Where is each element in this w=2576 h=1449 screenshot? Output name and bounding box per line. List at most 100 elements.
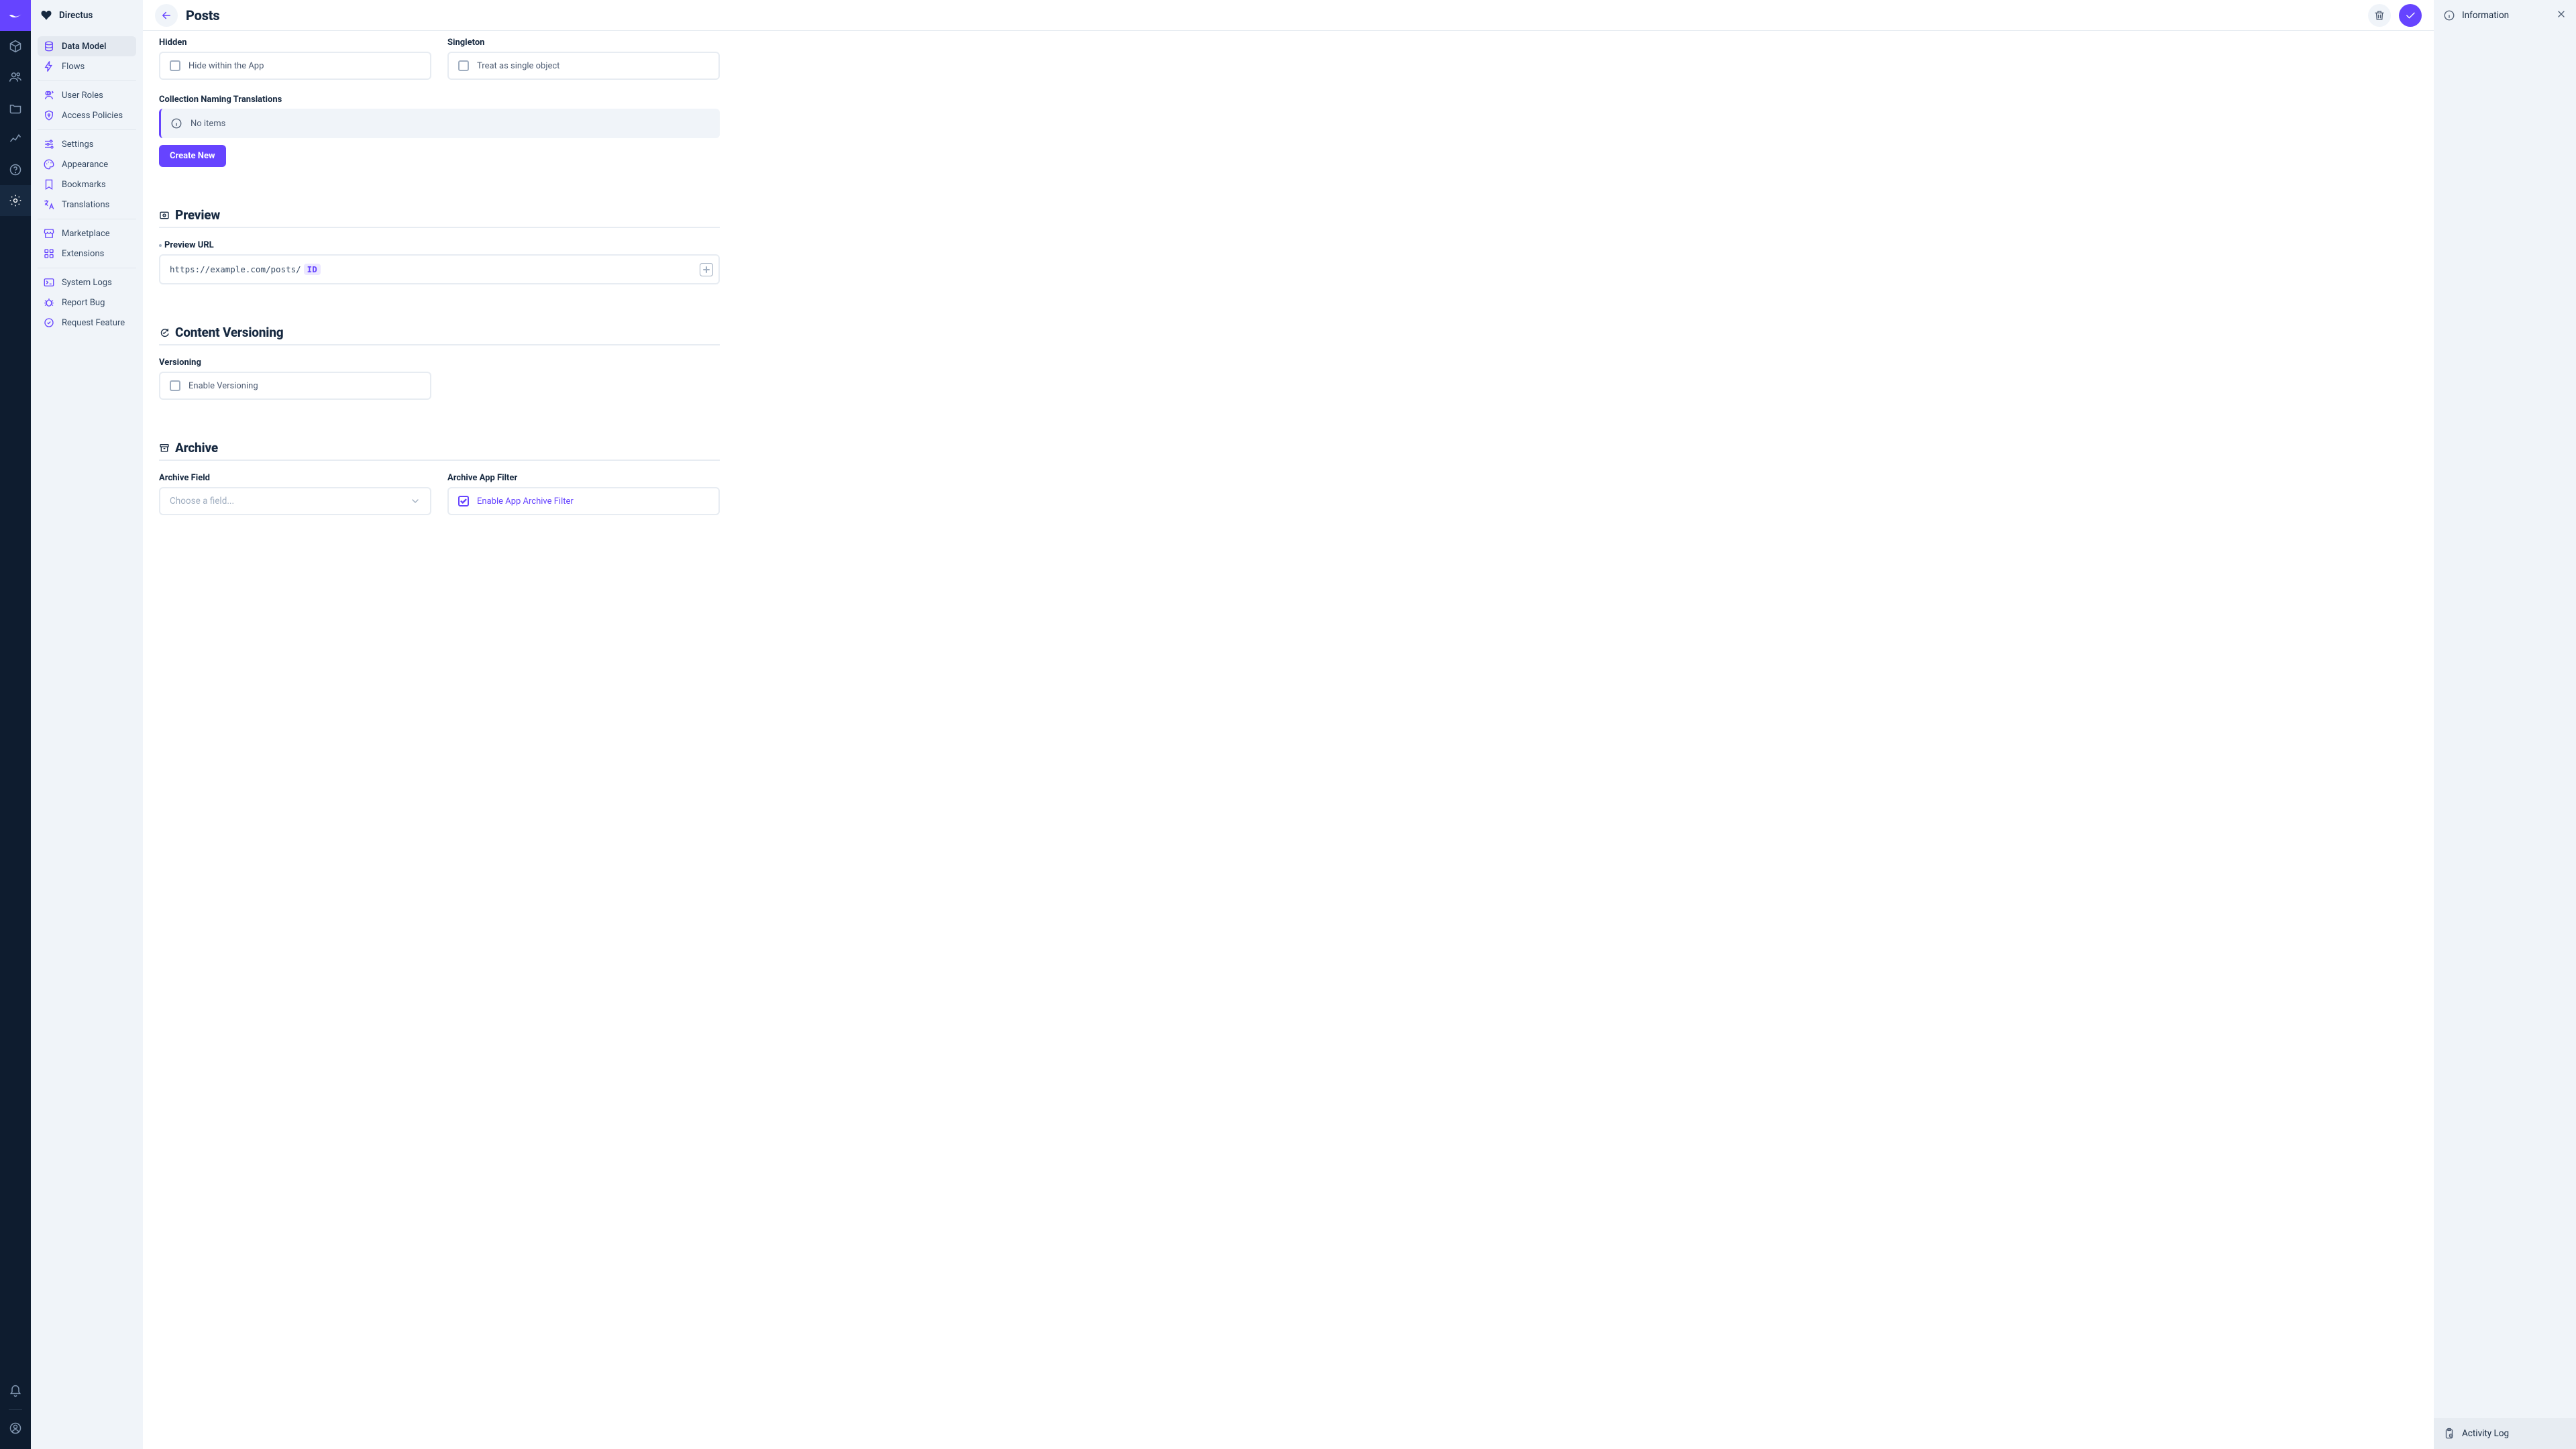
nav-label: Marketplace	[62, 229, 110, 239]
arrow-left-icon	[160, 9, 172, 21]
singleton-checkbox[interactable]: Treat as single object	[449, 53, 718, 78]
archive-icon	[159, 443, 170, 453]
puzzle-icon	[43, 248, 55, 260]
raw-dot-icon	[159, 244, 162, 247]
nav-marketplace[interactable]: Marketplace	[38, 223, 136, 244]
delete-button[interactable]	[2368, 4, 2391, 27]
nav-user-roles[interactable]: User Roles	[38, 85, 136, 105]
check-icon	[2404, 9, 2416, 21]
hidden-checkbox[interactable]: Hide within the App	[160, 53, 430, 78]
preview-icon	[159, 210, 170, 221]
nav-label: User Roles	[62, 91, 103, 101]
rail-help[interactable]	[0, 154, 31, 185]
rail-settings[interactable]	[0, 185, 31, 216]
nav-label: Data Model	[62, 42, 106, 52]
rail-content[interactable]	[0, 31, 31, 62]
brand-logo[interactable]	[0, 0, 31, 31]
save-button[interactable]	[2399, 4, 2422, 27]
close-button[interactable]	[2556, 9, 2567, 22]
page-title: Posts	[186, 7, 219, 23]
back-button[interactable]	[155, 4, 178, 27]
archive-filter-label: Archive App Filter	[447, 473, 720, 483]
bolt-icon	[43, 60, 55, 72]
rail-account[interactable]	[0, 1413, 31, 1444]
sliders-icon	[43, 138, 55, 150]
versioning-checkbox[interactable]: Enable Versioning	[160, 373, 430, 398]
info-header: Information	[2434, 0, 2576, 31]
checkbox-label: Treat as single object	[477, 61, 559, 71]
rail-insights[interactable]	[0, 123, 31, 154]
shield-icon	[43, 109, 55, 121]
rail-users[interactable]	[0, 62, 31, 93]
chevron-down-icon	[410, 496, 421, 506]
singleton-label: Singleton	[447, 38, 720, 48]
preview-url-input[interactable]: https://example.com/posts/ ID	[159, 254, 720, 284]
nav-label: System Logs	[62, 278, 112, 288]
translate-icon	[43, 199, 55, 211]
nav-extensions[interactable]: Extensions	[38, 244, 136, 264]
checkbox-label: Hide within the App	[189, 61, 264, 71]
nav-divider	[38, 129, 136, 130]
sparkle-icon	[43, 317, 55, 329]
checkbox-icon	[458, 496, 469, 506]
checkbox-icon	[170, 60, 180, 71]
nav-access-policies[interactable]: Access Policies	[38, 105, 136, 125]
nav-divider	[38, 80, 136, 81]
topbar: Posts	[143, 0, 2434, 31]
nav-label: Extensions	[62, 249, 104, 259]
bug-icon	[43, 297, 55, 309]
nav-appearance[interactable]: Appearance	[38, 154, 136, 174]
nav-settings[interactable]: Settings	[38, 134, 136, 154]
bookmark-icon	[43, 178, 55, 191]
nav-label: Request Feature	[62, 318, 125, 328]
info-panel: Information Activity Log	[2434, 0, 2576, 1449]
nav-system-logs[interactable]: System Logs	[38, 272, 136, 292]
nav-label: Appearance	[62, 160, 108, 170]
info-icon	[2443, 9, 2455, 21]
rail-notifications[interactable]	[0, 1376, 31, 1407]
preview-url-chip[interactable]: ID	[304, 264, 321, 275]
wifi-solid-icon	[40, 9, 52, 21]
archive-field-select[interactable]: Choose a field...	[159, 487, 431, 515]
terminal-icon	[43, 276, 55, 288]
clipboard-icon	[2443, 1428, 2455, 1440]
nav-bookmarks[interactable]: Bookmarks	[38, 174, 136, 195]
preview-section-header: Preview	[159, 207, 720, 228]
archive-section-header: Archive	[159, 440, 720, 461]
activity-log-button[interactable]: Activity Log	[2434, 1418, 2576, 1449]
checkbox-icon	[458, 60, 469, 71]
module-rail	[0, 0, 31, 1449]
section-title: Archive	[175, 440, 218, 455]
empty-text: No items	[191, 119, 225, 129]
preview-url-value: https://example.com/posts/	[170, 264, 301, 274]
badge-icon	[43, 89, 55, 101]
nav-report-bug[interactable]: Report Bug	[38, 292, 136, 313]
nav-label: Report Bug	[62, 298, 105, 308]
nav-label: Translations	[62, 200, 109, 210]
nav-brand: Directus	[31, 0, 143, 31]
versioning-label: Versioning	[159, 358, 431, 368]
nav-translations[interactable]: Translations	[38, 195, 136, 215]
content-scroll[interactable]: Hidden Hide within the App Singleton	[143, 31, 2434, 1449]
nav-request-feature[interactable]: Request Feature	[38, 313, 136, 333]
nav-data-model[interactable]: Data Model	[38, 36, 136, 56]
info-icon	[170, 117, 182, 129]
checkbox-label: Enable App Archive Filter	[477, 496, 574, 506]
archive-filter-checkbox[interactable]: Enable App Archive Filter	[449, 488, 718, 514]
nav-label: Bookmarks	[62, 180, 106, 190]
select-placeholder: Choose a field...	[170, 496, 234, 506]
rail-files[interactable]	[0, 93, 31, 123]
checkbox-label: Enable Versioning	[189, 381, 258, 391]
section-title: Preview	[175, 207, 220, 223]
add-variable-button[interactable]	[700, 263, 713, 276]
section-title: Content Versioning	[175, 325, 283, 340]
palette-icon	[43, 158, 55, 170]
brand-name: Directus	[59, 10, 93, 21]
settings-nav: Directus Data Model Flows User Roles Acc…	[31, 0, 143, 1449]
preview-url-label: Preview URL	[159, 240, 720, 250]
versioning-icon	[159, 327, 170, 338]
nav-flows[interactable]: Flows	[38, 56, 136, 76]
create-new-button[interactable]: Create New	[159, 145, 226, 167]
nav-label: Flows	[62, 62, 85, 72]
trash-icon	[2373, 9, 2385, 21]
